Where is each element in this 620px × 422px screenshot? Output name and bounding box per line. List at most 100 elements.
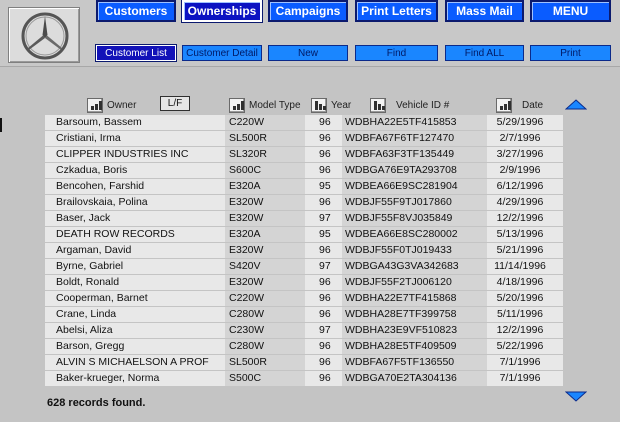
model-cell: S500C: [229, 372, 262, 384]
sort-bars-icon[interactable]: [87, 97, 103, 113]
table-row[interactable]: Barson, Gregg C280W 96 WDBHA28E5TF409509 5/2…: [45, 339, 563, 355]
vin-cell: WDBGA43G3VA342683: [345, 260, 459, 272]
year-cell: 96: [319, 244, 331, 256]
sort-bars-icon[interactable]: [370, 97, 386, 113]
table-row[interactable]: Baker-krueger, Norma S500C 96 WDBGA70E2TA30…: [45, 371, 563, 387]
year-cell: 96: [319, 148, 331, 160]
model-cell: C220W: [229, 116, 265, 128]
owner-cell: DEATH ROW RECORDS: [56, 228, 175, 240]
date-cell: 5/21/1996: [496, 244, 544, 256]
date-cell: 5/11/1996: [497, 308, 543, 320]
year-cell: 96: [319, 196, 331, 208]
owner-column-header[interactable]: Owner: [87, 96, 136, 114]
table-row[interactable]: Cristiani, Irma SL500R 96 WDBFA67F6TF127470…: [45, 131, 563, 147]
vin-cell: WDBEA66E8SC280002: [345, 228, 458, 240]
nav-campaigns-button[interactable]: Campaigns: [268, 0, 348, 22]
nav-customers-button[interactable]: Customers: [96, 0, 176, 22]
model-cell: E320A: [229, 228, 261, 240]
date-cell: 11/14/1996: [494, 260, 546, 272]
date-cell: 2/7/1996: [499, 132, 541, 144]
owner-cell: CLIPPER INDUSTRIES INC: [56, 148, 189, 160]
sort-bars-icon[interactable]: [311, 97, 327, 113]
model-cell: C230W: [229, 324, 265, 336]
model-cell: C280W: [229, 340, 265, 352]
year-cell: 96: [319, 164, 331, 176]
year-header-label: Year: [331, 99, 352, 111]
find-button[interactable]: Find: [355, 45, 438, 61]
model-cell: SL320R: [229, 148, 267, 160]
scroll-up-arrow-icon[interactable]: [565, 99, 587, 111]
owner-cell: Czkadua, Boris: [56, 164, 128, 176]
year-cell: 96: [319, 132, 331, 144]
customer-detail-button[interactable]: Customer Detail: [182, 45, 262, 61]
sort-bars-icon[interactable]: [229, 97, 245, 113]
year-cell: 95: [319, 228, 331, 240]
date-cell: 7/1/1996: [499, 372, 541, 384]
date-cell: 5/13/1996: [496, 228, 544, 240]
table-row[interactable]: Crane, Linda C280W 96 WDBHA28E7TF399758 5/11…: [45, 307, 563, 323]
owner-cell: Argaman, David: [56, 244, 132, 256]
nav-mass-mail-button[interactable]: Mass Mail: [445, 0, 524, 22]
table-row[interactable]: Cooperman, Barnet C220W 96 WDBHA22E7TF41586…: [45, 291, 563, 307]
vin-cell: WDBGA76E9TA293708: [345, 164, 457, 176]
year-cell: 95: [319, 180, 331, 192]
table-row[interactable]: Bencohen, Farshid E320A 95 WDBEA66E9SC28190…: [45, 179, 563, 195]
owner-cell: Brailovskaia, Polina: [56, 196, 148, 208]
table-row[interactable]: Baser, Jack E320W 97 WDBJF55F8VJ035849 12/2/…: [45, 211, 563, 227]
table-row[interactable]: Byrne, Gabriel S420V 97 WDBGA43G3VA342683 11…: [45, 259, 563, 275]
nav-ownerships-button[interactable]: Ownerships: [181, 0, 263, 23]
owner-cell: Crane, Linda: [56, 308, 117, 320]
table-row[interactable]: Brailovskaia, Polina E320W 96 WDBJF55F9TJ01…: [45, 195, 563, 211]
table-row[interactable]: Abelsi, Aliza C230W 97 WDBHA23E9VF510823 12/…: [45, 323, 563, 339]
year-cell: 96: [319, 308, 331, 320]
owner-cell: Baser, Jack: [56, 212, 111, 224]
owner-cell: Byrne, Gabriel: [56, 260, 124, 272]
vin-cell: WDBHA22E5TF415853: [345, 116, 457, 128]
table-row[interactable]: Boldt, Ronald E320W 96 WDBJF55F2TJ006120 4/1…: [45, 275, 563, 291]
customer-list-button[interactable]: Customer List: [95, 44, 177, 62]
owner-cell: Barsoum, Bassem: [56, 116, 142, 128]
new-button[interactable]: New: [268, 45, 348, 61]
lf-sort-toggle-button[interactable]: L/F: [160, 96, 190, 111]
model-cell: S600C: [229, 164, 262, 176]
model-column-header[interactable]: Model Type: [229, 96, 301, 114]
table-row[interactable]: Barsoum, Bassem C220W 96 WDBHA22E5TF415853 5…: [45, 115, 563, 131]
table-row[interactable]: Argaman, David E320W 96 WDBJF55F0TJ019433 5/…: [45, 243, 563, 259]
year-cell: 96: [319, 116, 331, 128]
owner-cell: Cooperman, Barnet: [56, 292, 148, 304]
window-edge-marker: [0, 118, 2, 132]
vin-cell: WDBJF55F2TJ006120: [345, 276, 452, 288]
owner-cell: Bencohen, Farshid: [56, 180, 145, 192]
scroll-down-arrow-icon[interactable]: [565, 390, 587, 402]
model-cell: E320A: [229, 180, 261, 192]
sort-bars-icon[interactable]: [496, 97, 512, 113]
date-column-header[interactable]: Date: [496, 96, 543, 114]
vin-cell: WDBHA28E5TF409509: [345, 340, 457, 352]
vin-column-header[interactable]: Vehicle ID #: [370, 96, 449, 114]
table-row[interactable]: Czkadua, Boris S600C 96 WDBGA76E9TA293708 2/…: [45, 163, 563, 179]
print-button[interactable]: Print: [530, 45, 611, 61]
find-all-button[interactable]: Find ALL: [445, 45, 524, 61]
date-cell: 5/20/1996: [496, 292, 544, 304]
model-cell: E320W: [229, 212, 264, 224]
year-cell: 96: [319, 276, 331, 288]
table-row[interactable]: DEATH ROW RECORDS E320A 95 WDBEA66E8SC28000…: [45, 227, 563, 243]
year-cell: 96: [319, 356, 331, 368]
year-cell: 97: [319, 212, 331, 224]
table-row[interactable]: ALVIN S MICHAELSON A PROF SL500R 96 WDBFA67…: [45, 355, 563, 371]
nav-print-letters-button[interactable]: Print Letters: [355, 0, 438, 22]
owner-cell: ALVIN S MICHAELSON A PROF: [56, 356, 209, 368]
owner-cell: Cristiani, Irma: [56, 132, 121, 144]
year-cell: 96: [319, 292, 331, 304]
year-cell: 97: [319, 260, 331, 272]
date-cell: 5/22/1996: [496, 340, 544, 352]
mercedes-star-logo-icon: [21, 12, 69, 60]
owner-header-label: Owner: [107, 99, 137, 111]
vin-cell: WDBGA70E2TA304136: [345, 372, 457, 384]
top-toolbar: Customers Ownerships Campaigns Print Let…: [0, 0, 620, 67]
year-column-header[interactable]: Year: [311, 96, 351, 114]
vin-cell: WDBFA67F5TF136550: [345, 356, 455, 368]
table-row[interactable]: CLIPPER INDUSTRIES INC SL320R 96 WDBFA63F3T…: [45, 147, 563, 163]
year-cell: 96: [319, 372, 331, 384]
nav-menu-button[interactable]: MENU: [530, 0, 611, 22]
